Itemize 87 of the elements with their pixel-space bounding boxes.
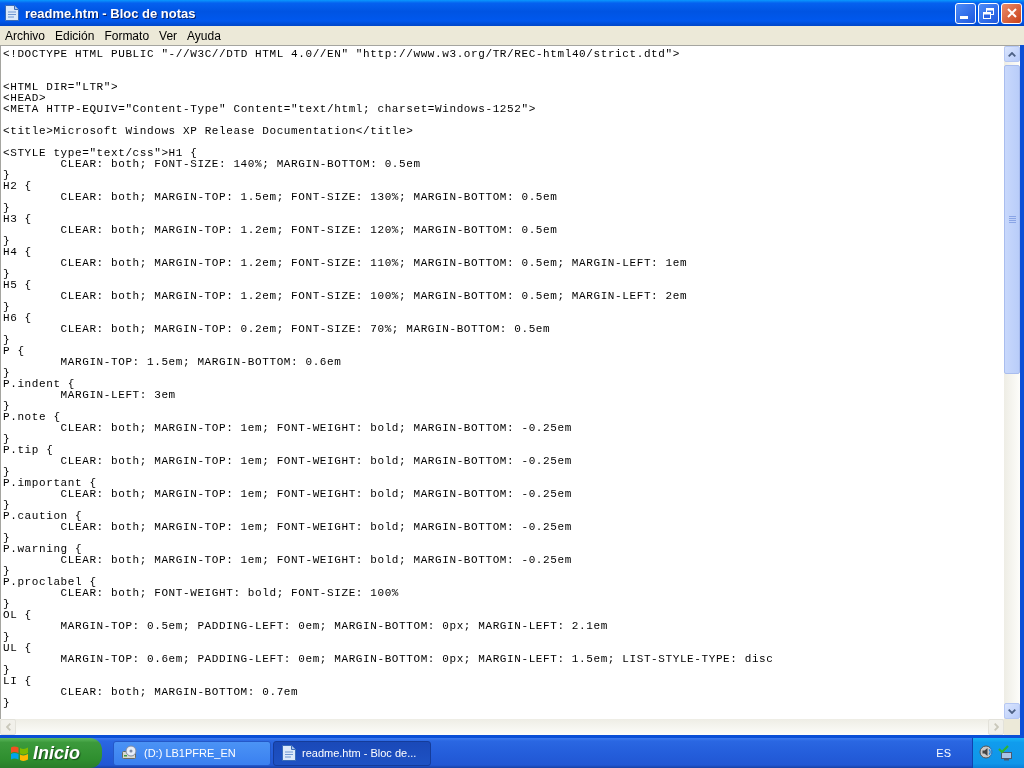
text-line: } xyxy=(3,170,11,181)
text-line: CLEAR: both; MARGIN-TOP: 1.2em; FONT-SIZE: 120%; MARGIN-BOTTOM: 0.5em xyxy=(60,225,558,236)
scroll-down-button[interactable] xyxy=(1004,703,1020,719)
text-line: } xyxy=(3,467,11,478)
text-line: } xyxy=(3,632,11,643)
text-line: } xyxy=(3,566,11,577)
text-line: P { xyxy=(3,346,25,357)
text-line: MARGIN-TOP: 0.5em; PADDING-LEFT: 0em; MARGIN-BOTTOM: 0px; MARGIN-LEFT: 2.1em xyxy=(60,621,608,632)
text-line: P.proclabel { xyxy=(3,577,97,588)
text-line: } xyxy=(3,203,11,214)
text-line: <META HTTP-EQUIV="Content-Type" Content="text/html; charset=Windows-1252"> xyxy=(3,104,536,115)
text-line: CLEAR: both; MARGIN-TOP: 1em; FONT-WEIGHT: bold; MARGIN-BOTTOM: -0.25em xyxy=(60,423,572,434)
text-line: } xyxy=(3,368,11,379)
text-line: H3 { xyxy=(3,214,32,225)
text-line: OL { xyxy=(3,610,32,621)
text-line: CLEAR: both; MARGIN-TOP: 1.5em; FONT-SIZE: 130%; MARGIN-BOTTOM: 0.5em xyxy=(60,192,558,203)
chevron-up-icon xyxy=(1008,51,1016,57)
window-title: readme.htm - Bloc de notas xyxy=(25,5,196,21)
scroll-up-button[interactable] xyxy=(1004,46,1020,62)
document-icon xyxy=(5,5,19,21)
chevron-right-icon xyxy=(993,723,999,731)
speaker-icon[interactable] xyxy=(979,745,995,761)
text-line: P.indent { xyxy=(3,379,75,390)
close-button[interactable] xyxy=(1001,2,1022,24)
text-line: P.important { xyxy=(3,478,97,489)
text-line: CLEAR: both; FONT-WEIGHT: bold; FONT-SIZE: 100% xyxy=(60,588,400,599)
text-line: CLEAR: both; MARGIN-TOP: 0.2em; FONT-SIZE: 70%; MARGIN-BOTTOM: 0.5em xyxy=(60,324,551,335)
text-line: MARGIN-LEFT: 3em xyxy=(60,390,176,401)
text-line: P.caution { xyxy=(3,511,83,522)
text-line: CLEAR: both; MARGIN-BOTTOM: 0.7em xyxy=(60,687,299,698)
text-line: MARGIN-TOP: 0.6em; PADDING-LEFT: 0em; MARGIN-BOTTOM: 0px; MARGIN-LEFT: 1.5em; LIST-STYLE-TYPE: disc xyxy=(60,654,774,665)
language-indicator[interactable]: ES xyxy=(936,747,951,759)
menu-item[interactable]: Edición xyxy=(50,27,100,44)
grip-icon xyxy=(1008,216,1016,223)
drive-icon xyxy=(122,745,138,761)
text-line: H5 { xyxy=(3,280,32,291)
text-line: } xyxy=(3,698,11,709)
text-line: } xyxy=(3,401,11,412)
text-line: CLEAR: both; MARGIN-TOP: 1.2em; FONT-SIZE: 100%; MARGIN-BOTTOM: 0.5em; MARGIN-LEFT: 2em xyxy=(60,291,688,302)
monitor-tick-icon[interactable] xyxy=(998,745,1014,761)
text-line: } xyxy=(3,434,11,445)
text-line: } xyxy=(3,533,11,544)
restore-icon xyxy=(983,7,994,19)
text-line: } xyxy=(3,500,11,511)
chevron-left-icon xyxy=(5,723,11,731)
text-line: P.tip { xyxy=(3,445,54,456)
text-line: <HTML DIR="LTR"> xyxy=(3,82,119,93)
text-line: H2 { xyxy=(3,181,32,192)
text-line: <HEAD> xyxy=(3,93,47,104)
text-line: CLEAR: both; MARGIN-TOP: 1em; FONT-WEIGHT: bold; MARGIN-BOTTOM: -0.25em xyxy=(60,489,572,500)
text-line: } xyxy=(3,302,11,313)
vertical-scrollbar[interactable] xyxy=(1004,45,1020,719)
start-button[interactable]: Inicio xyxy=(0,738,102,768)
text-line: MARGIN-TOP: 1.5em; MARGIN-BOTTOM: 0.6em xyxy=(60,357,342,368)
close-icon xyxy=(1006,8,1017,18)
text-line: CLEAR: both; MARGIN-TOP: 1.2em; FONT-SIZE: 110%; MARGIN-BOTTOM: 0.5em; MARGIN-LEFT: 1em xyxy=(60,258,688,269)
text-line: } xyxy=(3,599,11,610)
minimize-button[interactable] xyxy=(955,2,976,24)
minimize-icon xyxy=(960,15,968,19)
flag-icon xyxy=(10,744,29,762)
text-line: <!DOCTYPE HTML PUBLIC "-//W3C//DTD HTML 4.0//EN" "http://www.w3.org/TR/REC-html40/strict.dtd"> xyxy=(3,49,680,60)
text-line: UL { xyxy=(3,643,32,654)
text-line: P.warning { xyxy=(3,544,83,555)
text-line: <title>Microsoft Windows XP Release Documentation</title> xyxy=(3,126,414,137)
text-line: } xyxy=(3,335,11,346)
text-line: } xyxy=(3,236,11,247)
text-line: H4 { xyxy=(3,247,32,258)
menu-item[interactable]: Archivo xyxy=(0,27,50,44)
menu-item[interactable]: Ayuda xyxy=(182,27,226,44)
text-line: H6 { xyxy=(3,313,32,324)
text-line: P.note { xyxy=(3,412,61,423)
text-line: CLEAR: both; MARGIN-TOP: 1em; FONT-WEIGHT: bold; MARGIN-BOTTOM: -0.25em xyxy=(60,522,572,533)
taskbar-button[interactable]: readme.htm - Bloc de... xyxy=(273,740,431,766)
text-line: } xyxy=(3,665,11,676)
menu-item[interactable]: Formato xyxy=(99,27,155,44)
scrollbar-thumb[interactable] xyxy=(1004,65,1020,374)
scrollbar-corner xyxy=(1004,719,1020,735)
menu-item[interactable]: Ver xyxy=(154,27,183,44)
document-icon xyxy=(282,745,296,761)
text-line: <STYLE type="text/css">H1 { xyxy=(3,148,198,159)
text-line: CLEAR: both; MARGIN-TOP: 1em; FONT-WEIGHT: bold; MARGIN-BOTTOM: -0.25em xyxy=(60,555,572,566)
text-line: CLEAR: both; MARGIN-TOP: 1em; FONT-WEIGHT: bold; MARGIN-BOTTOM: -0.25em xyxy=(60,456,572,467)
text-line: CLEAR: both; FONT-SIZE: 140%; MARGIN-BOTTOM: 0.5em xyxy=(60,159,421,170)
text-line: LI { xyxy=(3,676,32,687)
restore-button[interactable] xyxy=(978,2,999,24)
chevron-down-icon xyxy=(1008,708,1016,714)
text-line: } xyxy=(3,269,11,280)
